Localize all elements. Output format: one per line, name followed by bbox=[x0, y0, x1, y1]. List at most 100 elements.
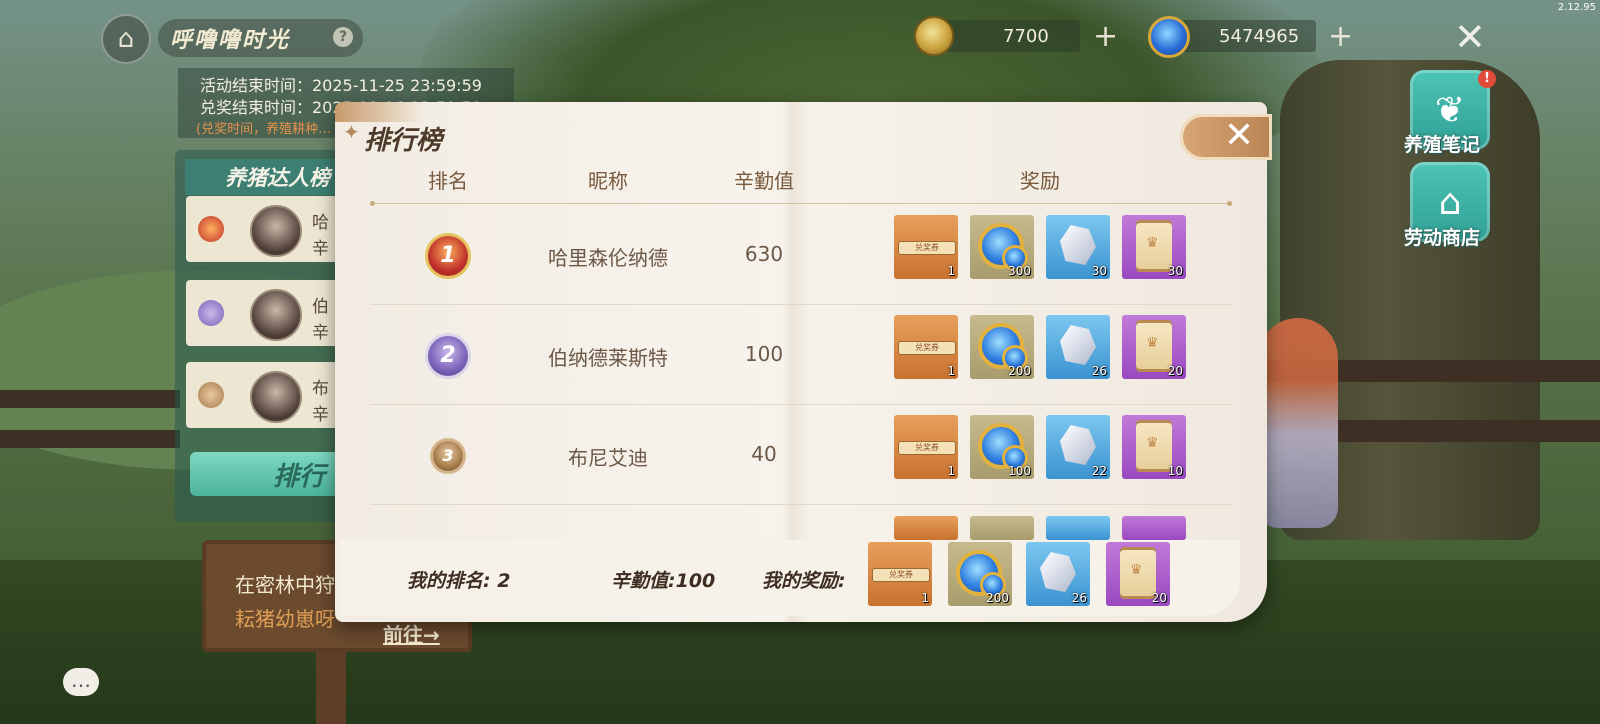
reward-scroll-icon[interactable]: 10 bbox=[1122, 415, 1186, 479]
left-row-sub: 辛 bbox=[312, 405, 329, 425]
chat-icon[interactable]: … bbox=[63, 668, 99, 696]
scroll-shape bbox=[1136, 223, 1172, 269]
left-rank-row-2[interactable]: 伯 辛 bbox=[186, 280, 352, 346]
modal-title: 排行榜 bbox=[364, 126, 443, 156]
reward-qty: 26 bbox=[1091, 364, 1107, 378]
redeem-note: (兑奖时间，养殖耕种… bbox=[196, 122, 332, 137]
rank-2-medal-icon bbox=[198, 300, 224, 326]
player-score: 100 bbox=[744, 342, 784, 366]
notification-badge: ! bbox=[1478, 70, 1496, 88]
my-score: 辛勤值:100 bbox=[611, 570, 716, 592]
blue-gem-coin-icon bbox=[1148, 16, 1190, 58]
go-button[interactable]: 前往→ bbox=[383, 619, 440, 648]
activity-end-time: 活动结束时间：2025-11-25 23:59:59 bbox=[200, 76, 482, 95]
avatar bbox=[250, 289, 302, 341]
modal-close-button[interactable]: ✕ bbox=[1180, 114, 1272, 160]
reward-ticket-icon[interactable]: 兑奖券 1 bbox=[894, 215, 958, 279]
sign-post bbox=[316, 652, 346, 724]
gem-currency-value: 5474965 bbox=[1219, 26, 1300, 47]
reward-ticket-icon bbox=[894, 516, 958, 540]
avatar bbox=[250, 371, 302, 423]
leaderboard-button-label: 排行 bbox=[273, 462, 326, 492]
close-icon: ✕ bbox=[1224, 115, 1255, 156]
reward-qty: 26 bbox=[1071, 591, 1087, 605]
my-rank: 我的排名: 2 bbox=[407, 570, 511, 592]
rank-3-medal-icon: 3 bbox=[433, 441, 463, 471]
reward-coin-icon[interactable]: 100 bbox=[970, 415, 1034, 479]
player-score: 40 bbox=[751, 442, 777, 466]
reward-coin-icon[interactable]: 200 bbox=[948, 542, 1012, 606]
reward-crystal-icon bbox=[1046, 516, 1110, 540]
left-rank-row-1[interactable]: 哈 辛 bbox=[186, 196, 352, 262]
rank-2-medal-icon: 2 bbox=[428, 336, 468, 376]
add-gold-button[interactable]: + bbox=[1093, 22, 1118, 52]
sign-text-line1: 在密林中狩 bbox=[235, 573, 335, 597]
ticket-label: 兑奖券 bbox=[898, 441, 956, 455]
reward-coin-icon bbox=[970, 516, 1034, 540]
reward-crystal-icon[interactable]: 30 bbox=[1046, 215, 1110, 279]
reward-qty: 1 bbox=[947, 364, 955, 378]
ticket-label: 兑奖券 bbox=[898, 241, 956, 255]
reward-qty: 100 bbox=[1008, 464, 1031, 478]
sparkle-icon: ✦ bbox=[343, 120, 360, 144]
breeding-notes-label: 养殖笔记 bbox=[1404, 134, 1481, 156]
event-title: 呼噜噜时光 bbox=[170, 28, 291, 53]
left-row-sub: 辛 bbox=[312, 239, 329, 259]
reward-qty: 10 bbox=[1167, 464, 1183, 478]
column-header-reward: 奖励 bbox=[1020, 169, 1060, 193]
my-reward-label: 我的奖励: bbox=[762, 570, 846, 592]
pig-character bbox=[1258, 318, 1338, 528]
crystal-shape bbox=[1060, 425, 1096, 465]
close-event-button[interactable]: ✕ bbox=[1454, 18, 1486, 56]
left-row-name: 布 bbox=[312, 379, 329, 399]
labor-shop-label: 劳动商店 bbox=[1404, 227, 1481, 249]
left-row-name: 伯 bbox=[312, 297, 329, 317]
reward-ticket-icon[interactable]: 兑奖券 1 bbox=[894, 415, 958, 479]
scroll-shape bbox=[1120, 550, 1156, 596]
reward-ticket-icon[interactable]: 兑奖券 1 bbox=[868, 542, 932, 606]
row-divider bbox=[370, 504, 1232, 505]
reward-qty: 1 bbox=[947, 264, 955, 278]
reward-crystal-icon[interactable]: 22 bbox=[1046, 415, 1110, 479]
left-ranking-title: 养猪达人榜 bbox=[225, 166, 330, 190]
reward-qty: 1 bbox=[947, 464, 955, 478]
reward-crystal-icon[interactable]: 26 bbox=[1026, 542, 1090, 606]
ticket-label: 兑奖券 bbox=[898, 341, 956, 355]
ticket-label: 兑奖券 bbox=[872, 568, 930, 582]
reward-crystal-icon[interactable]: 26 bbox=[1046, 315, 1110, 379]
reward-qty: 30 bbox=[1167, 264, 1183, 278]
home-icon: ⌂ bbox=[117, 24, 135, 54]
rank-1-medal-icon bbox=[198, 216, 224, 242]
column-header-rank: 排名 bbox=[428, 169, 468, 193]
scroll-shape bbox=[1136, 323, 1172, 369]
reward-qty: 200 bbox=[986, 591, 1009, 605]
reward-scroll-icon[interactable]: 30 bbox=[1122, 215, 1186, 279]
reward-ticket-icon[interactable]: 兑奖券 1 bbox=[894, 315, 958, 379]
left-row-sub: 辛 bbox=[312, 323, 329, 343]
scroll-shape bbox=[1136, 423, 1172, 469]
crystal-shape bbox=[1060, 225, 1096, 265]
left-rank-row-3[interactable]: 布 辛 bbox=[186, 362, 352, 428]
home-button[interactable]: ⌂ bbox=[101, 14, 151, 64]
help-button[interactable]: ? bbox=[333, 27, 353, 47]
player-score: 630 bbox=[744, 242, 784, 266]
reward-qty: 20 bbox=[1151, 591, 1167, 605]
reward-scroll-icon[interactable]: 20 bbox=[1122, 315, 1186, 379]
rank-3-medal-icon bbox=[198, 382, 224, 408]
player-name: 布尼艾迪 bbox=[568, 446, 648, 470]
reward-qty: 200 bbox=[1008, 364, 1031, 378]
crystal-shape bbox=[1040, 552, 1076, 592]
gold-coin-icon bbox=[914, 16, 954, 56]
left-row-name: 哈 bbox=[312, 213, 329, 233]
reward-scroll-icon bbox=[1122, 516, 1186, 540]
version-label: 2.12.95 bbox=[1557, 2, 1596, 13]
reward-coin-icon[interactable]: 300 bbox=[970, 215, 1034, 279]
add-gem-button[interactable]: + bbox=[1328, 22, 1353, 52]
reward-qty: 20 bbox=[1167, 364, 1183, 378]
reward-scroll-icon[interactable]: 20 bbox=[1106, 542, 1170, 606]
reward-qty: 1 bbox=[921, 591, 929, 605]
modal-corner-decoration bbox=[335, 102, 425, 122]
reward-coin-icon[interactable]: 200 bbox=[970, 315, 1034, 379]
player-name: 伯纳德莱斯特 bbox=[548, 346, 668, 370]
rank-1-medal-icon: 1 bbox=[428, 236, 468, 276]
